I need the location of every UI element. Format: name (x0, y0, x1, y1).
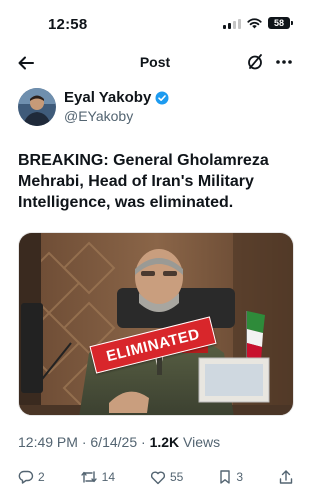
grok-button[interactable] (244, 51, 266, 73)
bookmark-count: 3 (236, 470, 243, 484)
bookmark-icon (220, 470, 231, 484)
meta-separator: · (77, 434, 91, 450)
battery-icon: 58 (268, 17, 293, 29)
author-display-name[interactable]: Eyal Yakoby (64, 89, 151, 106)
post-date[interactable]: 6/14/25 (90, 434, 137, 450)
top-nav: Post (0, 46, 310, 80)
repost-button[interactable]: 14 (80, 469, 115, 485)
post-author: Eyal Yakoby @EYakoby (18, 88, 294, 130)
repost-icon (80, 471, 97, 483)
views-label: Views (179, 434, 221, 450)
repost-count: 14 (101, 470, 116, 484)
reply-button[interactable]: 2 (18, 469, 45, 485)
status-time: 12:58 (48, 16, 88, 33)
bookmark-button[interactable]: 3 (218, 469, 243, 485)
status-bar: 12:58 58 (0, 0, 310, 46)
action-bar: 2 14 55 3 (18, 466, 294, 488)
share-icon (279, 470, 293, 484)
like-count: 55 (169, 470, 184, 484)
share-button[interactable] (278, 469, 294, 485)
display-name-row: Eyal Yakoby (64, 89, 169, 106)
reply-icon (18, 470, 34, 484)
avatar[interactable] (18, 88, 56, 126)
tweet-text: BREAKING: General Gholamreza Mehrabi, He… (18, 152, 269, 211)
verified-badge-icon (155, 91, 169, 104)
status-icons: 58 (223, 17, 293, 29)
post-time[interactable]: 12:49 PM (18, 434, 78, 450)
tweet-media[interactable]: ELIMINATED (18, 232, 294, 416)
battery-level: 58 (273, 18, 284, 28)
heart-icon (150, 471, 166, 484)
author-handle[interactable]: @EYakoby (64, 108, 133, 124)
views-count[interactable]: 1.2K (150, 434, 180, 450)
cellular-signal-icon (223, 18, 241, 29)
reply-count: 2 (38, 470, 45, 484)
like-button[interactable]: 55 (150, 470, 183, 485)
post-meta: 12:49 PM · 6/14/25 · 1.2K Views (18, 434, 220, 450)
meta-separator: · (137, 434, 150, 450)
more-icon (276, 60, 292, 64)
wifi-icon (247, 17, 262, 28)
grok-icon (248, 54, 262, 70)
media-image (19, 233, 293, 415)
more-button[interactable] (272, 51, 296, 73)
